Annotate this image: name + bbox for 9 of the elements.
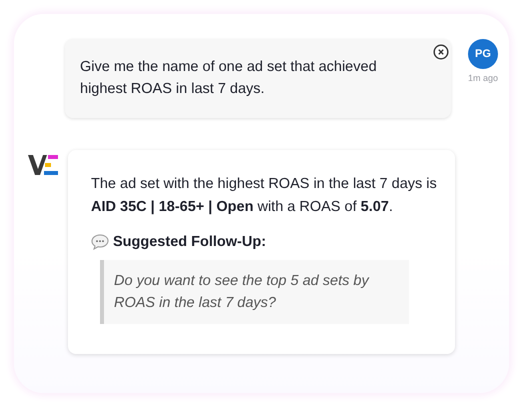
user-message-text: Give me the name of one ad set that achieved highest ROAS in last 7 days. bbox=[80, 58, 378, 99]
follow-up-heading: Suggested Follow-Up: bbox=[113, 234, 266, 250]
message-time: 1m ago bbox=[468, 73, 498, 83]
brand-logo-icon bbox=[28, 154, 58, 176]
speech-bubble-icon bbox=[91, 234, 109, 250]
bot-answer-text: The ad set with the highest ROAS in the last 7 days is AID 35C | 18-65+ | Open with a ROAS of 5.07. bbox=[91, 175, 438, 216]
user-avatar: PG bbox=[468, 39, 498, 69]
close-icon[interactable] bbox=[433, 44, 449, 60]
follow-up-question: Do you want to see the top 5 ad sets by ROAS in the last 7 days? bbox=[100, 260, 409, 324]
